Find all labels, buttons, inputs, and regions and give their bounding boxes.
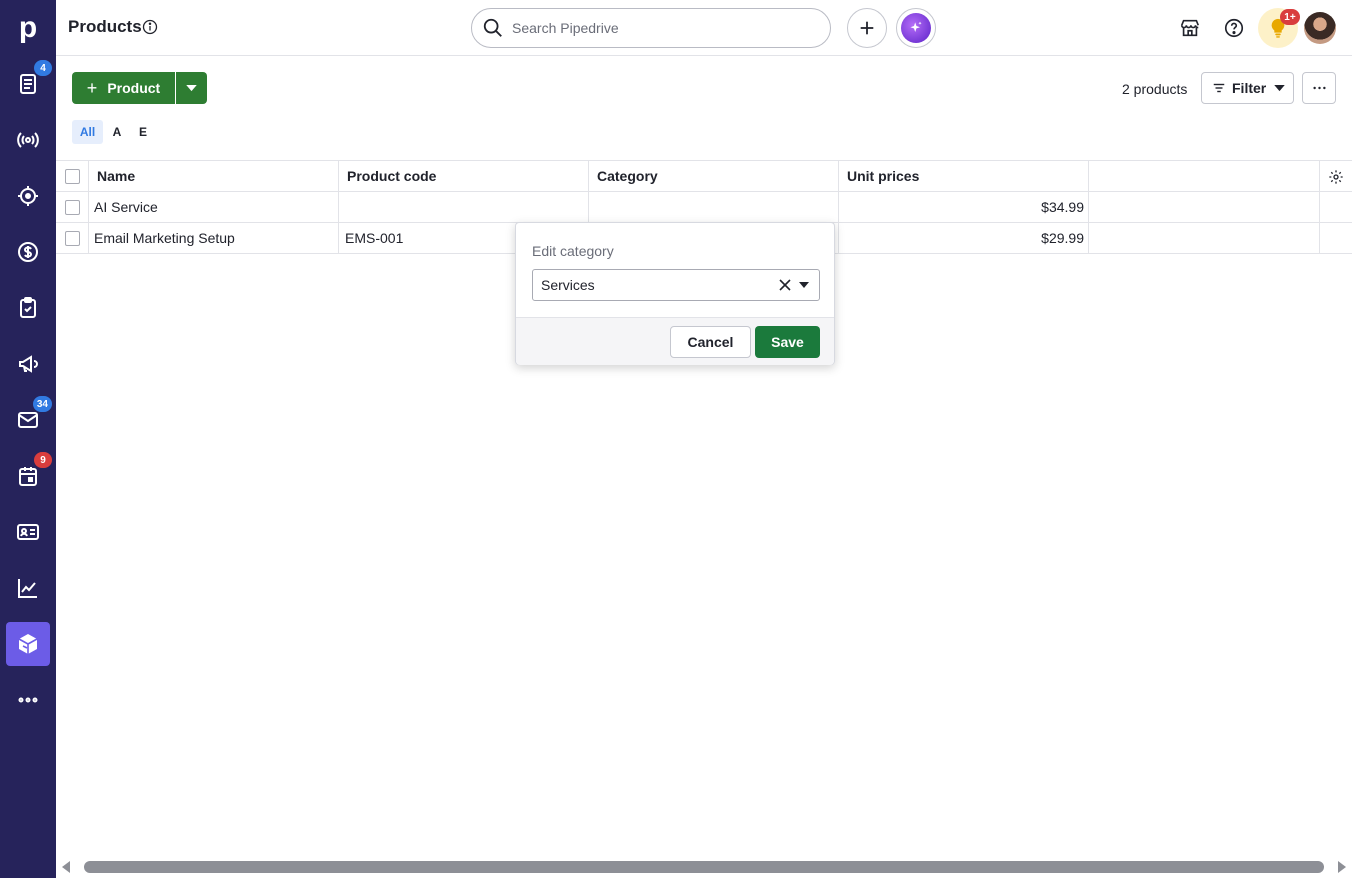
table-header-row: Name Product code Category Unit prices	[56, 160, 1352, 192]
more-dots-icon	[1312, 86, 1326, 90]
more-options-button[interactable]	[1302, 72, 1336, 104]
letter-filter-all[interactable]: All	[72, 120, 103, 144]
horizontal-scrollbar[interactable]	[56, 856, 1352, 878]
product-count: 2 products	[1122, 81, 1188, 97]
save-button[interactable]: Save	[755, 326, 820, 358]
popover-footer: Cancel Save	[516, 317, 834, 365]
page-title: Products	[68, 17, 142, 36]
ai-assistant-button[interactable]	[896, 8, 936, 48]
megaphone-icon	[19, 355, 38, 373]
cell-name[interactable]: AI Service	[89, 192, 339, 222]
column-header-product-code[interactable]: Product code	[339, 161, 589, 191]
cell-empty	[1089, 192, 1320, 222]
sidebar-item-tasks[interactable]	[6, 286, 50, 330]
caret-down-icon	[186, 84, 197, 91]
letter-filter-e[interactable]: E	[134, 120, 152, 144]
mail-icon	[18, 412, 38, 428]
help-icon[interactable]	[1220, 14, 1248, 42]
filter-icon	[1213, 83, 1225, 93]
filter-label: Filter	[1232, 80, 1267, 96]
calendar-icon	[19, 467, 37, 486]
target-icon	[18, 186, 38, 206]
contact-card-icon	[17, 524, 39, 540]
box-icon	[18, 634, 38, 654]
row-select-cell	[56, 223, 89, 253]
sparkle-icon	[901, 13, 931, 43]
category-selected-value: Services	[541, 277, 595, 293]
add-product-dropdown[interactable]	[176, 72, 207, 104]
row-checkbox[interactable]	[64, 199, 80, 215]
table-row[interactable]: AI Service $34.99	[56, 192, 1352, 223]
edit-category-popover: Edit category Services Cancel Save	[515, 222, 835, 365]
cell-unit-price[interactable]: $34.99	[839, 192, 1089, 222]
popover-title: Edit category	[532, 243, 614, 259]
dollar-icon	[18, 242, 38, 262]
sidebar: p 4 34 9	[0, 0, 56, 878]
column-header-unit-prices[interactable]: Unit prices	[839, 161, 1089, 191]
letter-filter-a[interactable]: A	[108, 120, 126, 144]
leads-icon	[20, 74, 36, 94]
plus-icon	[860, 21, 874, 35]
info-icon[interactable]	[142, 19, 158, 35]
row-select-cell	[56, 192, 89, 222]
sidebar-item-campaigns-radio[interactable]	[6, 118, 50, 162]
sidebar-item-leads[interactable]: 4	[6, 60, 52, 106]
marketplace-icon[interactable]	[1176, 14, 1204, 42]
column-header-name[interactable]: Name	[89, 161, 339, 191]
sidebar-item-more[interactable]	[6, 678, 50, 722]
activities-badge: 9	[34, 452, 52, 468]
sidebar-item-activities[interactable]: 9	[6, 452, 52, 498]
top-bar: Products 1+	[56, 0, 1352, 56]
cell-product-code[interactable]	[339, 192, 589, 222]
cancel-button[interactable]: Cancel	[670, 326, 751, 358]
leads-badge: 4	[34, 60, 52, 76]
cell-unit-price[interactable]: $29.99	[839, 223, 1089, 253]
more-dots-icon	[18, 697, 38, 703]
column-header-category[interactable]: Category	[589, 161, 839, 191]
cell-category[interactable]	[589, 192, 839, 222]
search-input[interactable]	[512, 20, 802, 36]
caret-down-icon	[1274, 84, 1285, 91]
row-checkbox[interactable]	[64, 230, 80, 246]
pipedrive-logo[interactable]: p	[0, 0, 56, 56]
clipboard-check-icon	[20, 297, 36, 318]
search-icon	[483, 18, 502, 37]
scroll-right-arrow-icon[interactable]	[1338, 861, 1346, 873]
scroll-left-arrow-icon[interactable]	[62, 861, 70, 873]
sidebar-item-products[interactable]	[6, 622, 50, 666]
column-settings-gear-icon[interactable]	[1328, 169, 1344, 185]
sidebar-item-insights[interactable]	[6, 566, 50, 610]
clear-icon[interactable]	[777, 277, 793, 293]
plus-icon: +	[86, 77, 98, 98]
sidebar-item-campaigns[interactable]	[6, 342, 50, 386]
broadcast-icon	[17, 132, 39, 148]
add-product-label: Product	[107, 80, 161, 96]
tips-badge: 1+	[1280, 9, 1300, 25]
select-all-checkbox[interactable]	[64, 168, 80, 184]
add-product-button[interactable]: + Product	[72, 72, 175, 104]
mail-badge: 34	[32, 396, 52, 412]
user-avatar[interactable]	[1304, 12, 1336, 44]
quick-add-button[interactable]	[847, 8, 887, 48]
category-select[interactable]: Services	[532, 269, 820, 301]
cell-name[interactable]: Email Marketing Setup	[89, 223, 339, 253]
sidebar-item-projects[interactable]	[6, 174, 50, 218]
select-all-cell	[56, 161, 89, 191]
chevron-down-icon[interactable]	[799, 282, 809, 288]
sidebar-item-contacts[interactable]	[6, 510, 50, 554]
sidebar-item-mail[interactable]: 34	[6, 396, 52, 442]
chart-line-icon	[18, 579, 37, 598]
column-header-empty	[1089, 161, 1320, 191]
filter-button[interactable]: Filter	[1201, 72, 1294, 104]
cell-empty	[1089, 223, 1320, 253]
scrollbar-thumb[interactable]	[84, 861, 1324, 873]
sidebar-item-deals[interactable]	[6, 230, 50, 274]
search-bar[interactable]	[471, 8, 831, 48]
